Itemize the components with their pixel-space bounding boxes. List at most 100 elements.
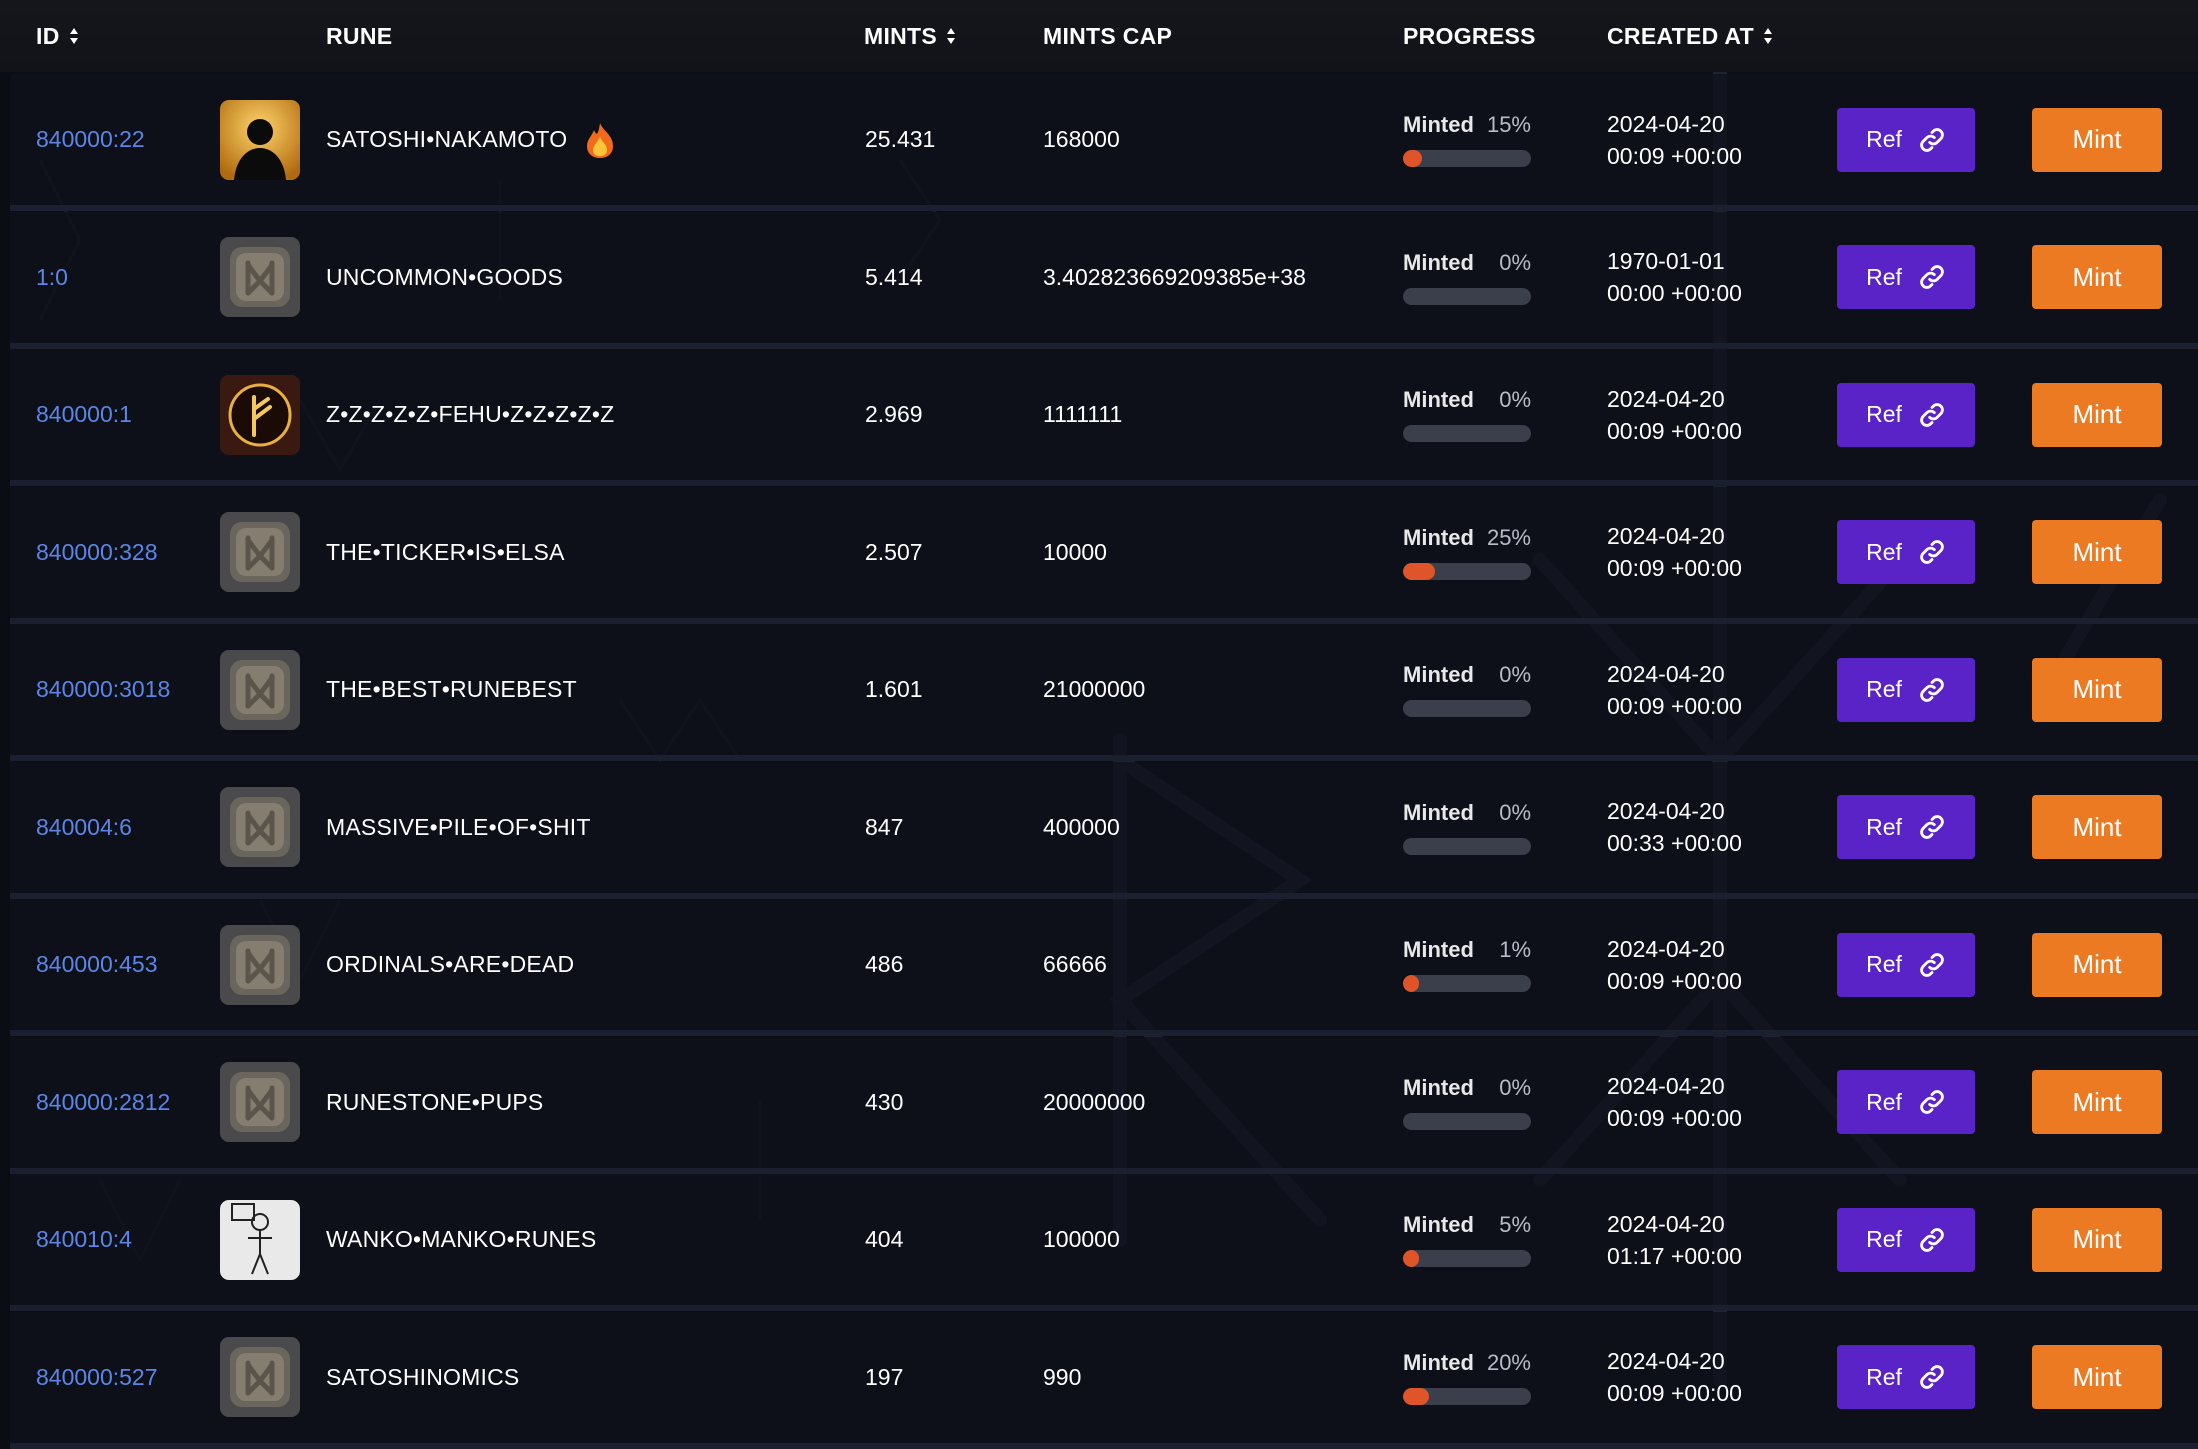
cap-cell: 100000 <box>1043 1174 1120 1305</box>
rune-stone-icon <box>220 649 300 730</box>
ref-button[interactable]: Ref <box>1837 382 1975 447</box>
table-row: 840000:1 Z•Z•Z•Z•Z•FEHU•Z•Z•Z•Z•Z 2.969 … <box>10 349 2198 486</box>
created-at-cell: 2024-04-20 00:09 +00:00 <box>1607 74 1742 205</box>
progress-text: Minted 15% <box>1403 112 1531 138</box>
sort-icon[interactable] <box>1763 27 1773 45</box>
mint-button-label: Mint <box>2072 1086 2122 1117</box>
created-time: 00:00 +00:00 <box>1607 280 1742 306</box>
ref-button[interactable]: Ref <box>1837 1207 1975 1272</box>
created-date: 1970-01-01 <box>1607 248 1725 274</box>
progress-text: Minted 5% <box>1403 1212 1531 1238</box>
mint-button[interactable]: Mint <box>2032 245 2162 309</box>
progress-bar <box>1403 562 1531 580</box>
rune-cell: ORDINALS•ARE•DEAD <box>326 899 574 1030</box>
rune-id-link[interactable]: 840000:527 <box>36 1364 158 1391</box>
ref-button[interactable]: Ref <box>1837 657 1975 722</box>
progress-label: Minted <box>1403 662 1474 687</box>
rune-id-link[interactable]: 840000:2812 <box>36 1089 170 1116</box>
progress-text: Minted 0% <box>1403 387 1531 413</box>
created-at-cell: 2024-04-20 00:33 +00:00 <box>1607 762 1742 893</box>
rune-id-link[interactable]: 840000:3018 <box>36 676 170 703</box>
rune-name: SATOSHI•NAKAMOTO <box>326 126 568 152</box>
mint-button[interactable]: Mint <box>2032 932 2162 997</box>
link-icon <box>1920 402 1944 427</box>
created-at-cell: 1970-01-01 00:00 +00:00 <box>1607 212 1742 343</box>
progress-percent: 0% <box>1499 387 1531 412</box>
rune-name: Z•Z•Z•Z•Z•FEHU•Z•Z•Z•Z•Z <box>326 401 615 427</box>
mints-cap-value: 20000000 <box>1043 1088 1146 1115</box>
mints-cell: 486 <box>865 899 903 1030</box>
created-at-cell: 2024-04-20 00:09 +00:00 <box>1607 624 1742 755</box>
header-created-at[interactable]: CREATED AT <box>1607 0 1773 72</box>
progress-text: Minted 0% <box>1403 800 1531 826</box>
ref-button-label: Ref <box>1866 126 1902 152</box>
created-at-cell: 2024-04-20 00:09 +00:00 <box>1607 899 1742 1030</box>
ref-button[interactable]: Ref <box>1837 107 1975 172</box>
mints-cell: 2.969 <box>865 349 923 480</box>
sort-icon[interactable] <box>69 27 79 45</box>
created-date: 2024-04-20 <box>1607 1348 1725 1374</box>
rune-cell: SATOSHINOMICS <box>326 1312 519 1443</box>
created-date: 2024-04-20 <box>1607 110 1725 137</box>
ref-cell: Ref <box>1837 1174 1975 1305</box>
rune-name: UNCOMMON•GOODS <box>326 263 564 290</box>
header-mints[interactable]: MINTS <box>864 0 956 72</box>
mint-button[interactable]: Mint <box>2032 107 2162 172</box>
id-cell: 840000:2812 <box>36 1037 170 1168</box>
rune-id-link[interactable]: 840000:22 <box>36 126 145 153</box>
rune-id-link[interactable]: 840000:1 <box>36 401 132 428</box>
ref-button[interactable]: Ref <box>1837 1345 1975 1409</box>
rune-name: RUNESTONE•PUPS <box>326 1088 544 1115</box>
rune-id-link[interactable]: 840000:328 <box>36 539 158 566</box>
link-icon <box>1920 265 1944 289</box>
ref-button[interactable]: Ref <box>1837 520 1975 584</box>
header-mints-cap: MINTS CAP <box>1043 0 1172 72</box>
mints-cell: 5.414 <box>865 212 923 343</box>
icon-cell <box>220 487 300 618</box>
mint-cell: Mint <box>2032 212 2162 343</box>
progress-text: Minted 0% <box>1403 1075 1531 1101</box>
fehu-rune-icon <box>220 374 300 455</box>
header-id[interactable]: ID <box>36 0 79 72</box>
mint-button[interactable]: Mint <box>2032 1345 2162 1409</box>
mint-button[interactable]: Mint <box>2032 795 2162 859</box>
icon-cell <box>220 762 300 893</box>
sort-icon[interactable] <box>946 27 956 45</box>
mints-cap-value: 100000 <box>1043 1226 1120 1252</box>
progress-cell: Minted 0% <box>1403 1037 1531 1168</box>
mints-cap-value: 168000 <box>1043 126 1120 152</box>
progress-label: Minted <box>1403 387 1474 412</box>
mint-button[interactable]: Mint <box>2032 382 2162 447</box>
rune-id-link[interactable]: 840010:4 <box>36 1226 132 1253</box>
ref-button[interactable]: Ref <box>1837 932 1975 997</box>
mints-value: 486 <box>865 951 904 977</box>
mints-value: 404 <box>865 1226 904 1252</box>
cap-cell: 3.402823669209385e+38 <box>1043 212 1306 343</box>
header-rune-label: RUNE <box>326 22 393 49</box>
mints-value: 430 <box>865 1088 904 1115</box>
mints-cell: 1.601 <box>865 624 923 755</box>
mint-button[interactable]: Mint <box>2032 520 2162 584</box>
mint-button[interactable]: Mint <box>2032 657 2162 722</box>
ref-button[interactable]: Ref <box>1837 795 1975 859</box>
created-date: 2024-04-20 <box>1607 1073 1725 1099</box>
mints-cap-value: 990 <box>1043 1363 1082 1390</box>
rune-id-link[interactable]: 1:0 <box>36 264 68 291</box>
mint-button[interactable]: Mint <box>2032 1207 2162 1272</box>
id-cell: 840000:22 <box>36 74 145 205</box>
progress-label: Minted <box>1403 937 1474 962</box>
ref-button[interactable]: Ref <box>1837 245 1975 309</box>
mints-cap-value: 21000000 <box>1043 676 1146 702</box>
created-time: 00:09 +00:00 <box>1607 692 1742 719</box>
mints-cell: 847 <box>865 762 903 893</box>
link-icon <box>1920 1365 1944 1389</box>
header-created-at-label: CREATED AT <box>1607 22 1754 49</box>
rune-cell: WANKO•MANKO•RUNES <box>326 1174 596 1305</box>
rune-id-link[interactable]: 840004:6 <box>36 814 132 841</box>
mints-cap-value: 66666 <box>1043 951 1107 977</box>
link-icon <box>1920 677 1944 702</box>
ref-button[interactable]: Ref <box>1837 1070 1975 1134</box>
table-row: 1:0 UNCOMMON•GOODS 5.414 3.4028236692093… <box>10 211 2198 349</box>
mint-button[interactable]: Mint <box>2032 1070 2162 1134</box>
rune-id-link[interactable]: 840000:453 <box>36 951 158 978</box>
